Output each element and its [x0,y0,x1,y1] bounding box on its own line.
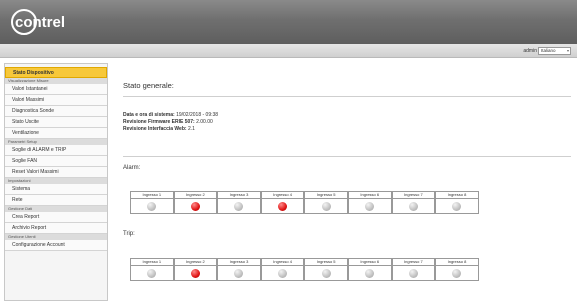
info-value: 19/02/2018 - 09:38 [176,112,219,118]
sidebar-item-archivio-report[interactable]: Archivio Report [5,223,107,234]
trip-channel-label: Ingresso 7 [392,259,435,266]
user-bar: admin Italiano ▾ [0,44,577,58]
info-key: Revisione Firmware ERIE 507: [123,119,195,125]
alarm-status-led-icon [408,202,418,211]
sidebar-item-rete[interactable]: Rete [5,195,107,206]
sidebar: Stato Dispositivo Visualizzazione Misure… [4,63,108,301]
alarm-cell: Ingresso 2 [173,191,218,214]
trip-grid: Ingresso 1 Ingresso 2 Ingresso 3 Ingresso 4… [130,258,479,281]
sidebar-item-diagnostica-sonde[interactable]: Diagnostica Sonde [5,106,107,117]
sidebar-item-ventilazione[interactable]: Ventilazione [5,128,107,139]
sidebar-item-stato-uscite[interactable]: Stato Uscite [5,117,107,128]
alarm-channel-label: Ingresso 5 [305,192,347,199]
sidebar-item-sistema[interactable]: Sistema [5,184,107,195]
info-key: Revisione Interfaccia Web: [123,126,187,132]
info-row-firmware: Revisione Firmware ERIE 507: 2.00.00 [123,119,213,125]
main-panel: Stato generale: Data e ora di sistema: 1… [113,63,573,301]
divider [123,156,571,157]
trip-channel-label: Ingresso 8 [436,259,478,266]
trip-label: Trip: [123,231,135,237]
trip-status-led-icon [452,269,462,278]
info-value: 2.1 [187,126,195,132]
logo-text: contrel [15,14,65,31]
sidebar-item-stato-dispositivo[interactable]: Stato Dispositivo [5,67,107,78]
alarm-status-led-icon [365,202,375,211]
info-key: Data e ora di sistema: [123,112,175,118]
trip-status-led-icon [365,269,375,278]
trip-cell: Ingresso 6 [347,258,392,281]
alarm-cell: Ingresso 3 [217,191,261,214]
app-header: contrel [0,0,577,44]
trip-status-led-icon [190,269,200,278]
alarm-channel-label: Ingresso 8 [436,192,478,199]
sidebar-item-crea-report[interactable]: Crea Report [5,212,107,223]
sidebar-item-soglie-fan[interactable]: Soglie FAN [5,156,107,167]
alarm-channel-label: Ingresso 3 [218,192,260,199]
alarm-channel-label: Ingresso 1 [131,192,173,199]
trip-channel-label: Ingresso 4 [261,259,304,266]
divider [123,96,571,97]
trip-channel-label: Ingresso 5 [305,259,347,266]
alarm-status-led-icon [190,202,200,211]
user-name: admin [523,48,537,54]
language-select[interactable]: Italiano ▾ [538,47,571,55]
alarm-channel-label: Ingresso 4 [261,192,304,199]
alarm-status-led-icon [321,202,331,211]
sidebar-item-soglie-alarm-trip[interactable]: Soglie di ALARM e TRIP [5,145,107,156]
alarm-label: Alarm: [123,165,141,171]
trip-status-led-icon [408,269,418,278]
contrel-logo: contrel [11,9,65,35]
trip-status-led-icon [278,269,288,278]
trip-cell: Ingresso 4 [260,258,305,281]
alarm-status-led-icon [278,202,288,211]
alarm-cell: Ingresso 4 [260,191,305,214]
alarm-cell: Ingresso 7 [391,191,436,214]
sidebar-item-configurazione-account[interactable]: Configurazione Account [5,240,107,251]
alarm-status-led-icon [452,202,462,211]
alarm-channel-label: Ingresso 2 [174,192,217,199]
trip-cell: Ingresso 8 [435,258,479,281]
sidebar-item-reset-valori[interactable]: Reset Valori Massimi [5,167,107,178]
alarm-channel-label: Ingresso 7 [392,192,435,199]
alarm-cell: Ingresso 8 [435,191,479,214]
info-row-datetime: Data e ora di sistema: 19/02/2018 - 09:3… [123,112,218,118]
alarm-grid: Ingresso 1 Ingresso 2 Ingresso 3 Ingresso 4… [130,191,479,214]
trip-status-led-icon [321,269,331,278]
trip-cell: Ingresso 3 [217,258,261,281]
alarm-status-led-icon [147,202,157,211]
trip-cell: Ingresso 7 [391,258,436,281]
trip-channel-label: Ingresso 1 [131,259,173,266]
trip-cell: Ingresso 5 [304,258,348,281]
trip-status-led-icon [147,269,157,278]
language-value: Italiano [541,48,556,53]
trip-channel-label: Ingresso 3 [218,259,260,266]
page-title: Stato generale: [123,81,174,90]
trip-channel-label: Ingresso 6 [348,259,391,266]
trip-channel-label: Ingresso 2 [174,259,217,266]
sidebar-item-valori-massimi[interactable]: Valori Massimi [5,95,107,106]
info-value: 2.00.00 [196,119,213,125]
alarm-cell: Ingresso 5 [304,191,348,214]
trip-cell: Ingresso 2 [173,258,218,281]
alarm-channel-label: Ingresso 6 [348,192,391,199]
alarm-cell: Ingresso 1 [130,191,174,214]
sidebar-item-valori-istantanei[interactable]: Valori Istantanei [5,84,107,95]
chevron-down-icon: ▾ [566,48,569,53]
alarm-status-led-icon [234,202,244,211]
alarm-cell: Ingresso 6 [347,191,392,214]
trip-status-led-icon [234,269,244,278]
trip-cell: Ingresso 1 [130,258,174,281]
info-row-web: Revisione Interfaccia Web: 2.1 [123,126,195,132]
